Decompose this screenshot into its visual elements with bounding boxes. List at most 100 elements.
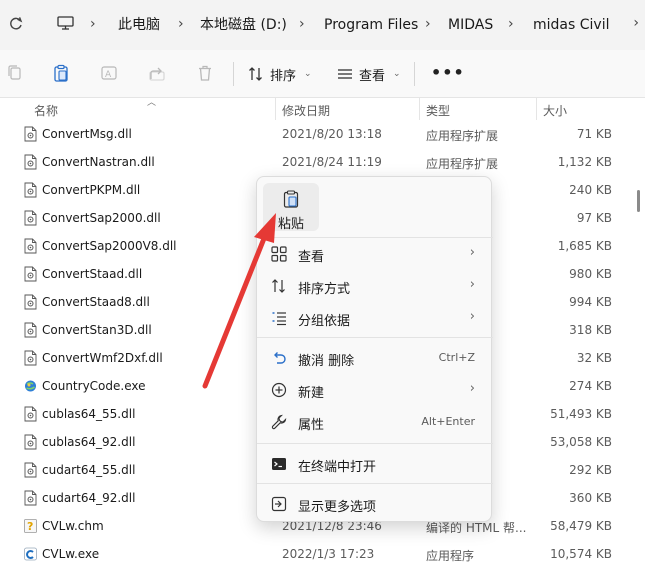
column-size[interactable]: 大小 xyxy=(543,102,567,119)
breadcrumb-midas-civil[interactable]: midas Civil xyxy=(533,15,609,35)
menu-item-label: 在终端中打开 xyxy=(298,460,377,475)
sort-icon xyxy=(249,67,262,81)
paste-icon[interactable] xyxy=(52,64,70,82)
dll-file-icon xyxy=(24,266,37,282)
breadcrumb-program-files[interactable]: Program Files xyxy=(324,15,418,35)
file-size: 58,479 KB xyxy=(550,519,612,533)
dll-file-icon xyxy=(24,154,37,170)
file-size: 318 KB xyxy=(569,323,612,337)
menu-item-view[interactable]: 查看 › xyxy=(261,239,489,269)
chevron-right-icon[interactable]: › xyxy=(90,17,98,31)
column-type[interactable]: 类型 xyxy=(426,102,450,119)
file-row[interactable]: ConvertNastran.dll 2021/8/24 11:19 应用程序扩展 1… xyxy=(0,148,630,176)
clipboard-icon xyxy=(283,190,299,208)
rename-icon[interactable]: A xyxy=(100,64,118,82)
file-type: 应用程序 xyxy=(426,549,475,563)
file-size: 10,574 KB xyxy=(550,547,612,561)
context-menu: 粘贴 查看 › 排序方式 › 分组依据 › 撤消 删除 Ctrl+Z 新建 › … xyxy=(256,176,493,522)
menu-item-label: 撤消 删除 xyxy=(298,354,355,369)
file-name: cublas64_55.dll xyxy=(42,407,136,421)
menu-item-open-in-terminal[interactable]: 在终端中打开 xyxy=(261,449,489,479)
menu-item-label: 属性 xyxy=(298,418,325,433)
column-divider[interactable] xyxy=(275,98,276,120)
file-name: cudart64_55.dll xyxy=(42,463,136,477)
file-name: CVLw.exe xyxy=(42,547,100,561)
column-divider[interactable] xyxy=(536,98,537,120)
file-size: 51,493 KB xyxy=(550,407,612,421)
paste-button[interactable]: 粘贴 xyxy=(263,183,319,232)
file-name: ConvertWmf2Dxf.dll xyxy=(42,351,163,365)
dll-file-icon xyxy=(24,490,37,506)
file-name: ConvertNastran.dll xyxy=(42,155,155,169)
svg-text:?: ? xyxy=(27,520,33,533)
copy-icon[interactable] xyxy=(6,64,24,82)
dll-file-icon xyxy=(24,462,37,478)
menu-item-show-more-options[interactable]: 显示更多选项 xyxy=(261,489,489,519)
menu-item-label: 新建 xyxy=(298,386,325,401)
file-row[interactable]: ConvertMsg.dll 2021/8/20 13:18 应用程序扩展 71 KB xyxy=(0,120,630,148)
menu-item-undo-delete[interactable]: 撤消 删除 Ctrl+Z xyxy=(261,343,489,373)
shortcut-hint: Ctrl+Z xyxy=(438,351,475,364)
chevron-right-icon[interactable]: › xyxy=(633,15,639,31)
chevron-right-icon[interactable]: › xyxy=(425,17,433,31)
chevron-right-icon[interactable]: › xyxy=(508,17,516,31)
menu-item-label: 查看 xyxy=(298,250,325,265)
shortcut-hint: Alt+Enter xyxy=(421,415,475,428)
toolbar-divider xyxy=(233,62,234,86)
exe-globe-icon xyxy=(24,378,37,394)
file-name: ConvertStan3D.dll xyxy=(42,323,152,337)
menu-item-label: 分组依据 xyxy=(298,314,351,329)
scrollbar-thumb[interactable] xyxy=(637,190,640,212)
menu-item-properties[interactable]: 属性 Alt+Enter xyxy=(261,407,489,437)
menu-item-label: 排序方式 xyxy=(298,282,351,297)
grid-view-icon xyxy=(271,246,287,262)
sort-button[interactable]: 排序 ⌄ xyxy=(248,64,312,84)
dll-file-icon xyxy=(24,210,37,226)
file-name: ConvertSap2000V8.dll xyxy=(42,239,177,253)
file-size: 292 KB xyxy=(569,463,612,477)
sort-ascending-icon: ︿ xyxy=(147,98,157,108)
file-date: 2021/8/20 13:18 xyxy=(282,127,382,141)
breadcrumb-midas[interactable]: MIDAS xyxy=(448,15,493,35)
vertical-scrollbar[interactable] xyxy=(632,98,645,580)
share-icon[interactable] xyxy=(148,64,166,82)
address-bar: › 此电脑 › 本地磁盘 (D:) › Program Files › MIDA… xyxy=(0,0,645,50)
menu-item-sort-by[interactable]: 排序方式 › xyxy=(261,271,489,301)
delete-icon[interactable] xyxy=(196,64,214,82)
file-size: 1,132 KB xyxy=(557,155,612,169)
dll-file-icon xyxy=(24,126,37,142)
menu-divider xyxy=(257,237,493,238)
wrench-icon xyxy=(271,414,287,430)
chevron-down-icon: ⌄ xyxy=(393,69,401,79)
chevron-right-icon: › xyxy=(469,309,475,324)
chevron-right-icon: › xyxy=(469,245,475,260)
chevron-right-icon[interactable]: › xyxy=(178,17,186,31)
menu-divider xyxy=(257,337,493,338)
this-pc-icon[interactable] xyxy=(57,16,74,30)
file-size: 274 KB xyxy=(569,379,612,393)
file-name: ConvertStaad8.dll xyxy=(42,295,150,309)
chevron-right-icon[interactable]: › xyxy=(299,17,307,31)
dll-file-icon xyxy=(24,434,37,450)
dll-file-icon xyxy=(24,406,37,422)
chevron-right-icon: › xyxy=(469,381,475,396)
chm-help-icon: ? xyxy=(24,518,37,534)
column-date[interactable]: 修改日期 xyxy=(282,102,330,119)
column-name[interactable]: 名称 xyxy=(34,102,58,119)
breadcrumb-drive-d[interactable]: 本地磁盘 (D:) xyxy=(200,15,287,35)
refresh-icon[interactable] xyxy=(8,14,24,34)
undo-icon xyxy=(274,352,286,364)
column-divider[interactable] xyxy=(419,98,420,120)
menu-item-group-by[interactable]: 分组依据 › xyxy=(261,303,489,333)
file-name: cublas64_92.dll xyxy=(42,435,136,449)
dll-file-icon xyxy=(24,294,37,310)
file-type: 应用程序扩展 xyxy=(426,157,499,171)
file-row[interactable]: CVLw.exe 2022/1/3 17:23 应用程序 10,574 KB xyxy=(0,540,630,568)
more-options-button[interactable]: ••• xyxy=(431,65,465,81)
view-button[interactable]: 查看 ⌄ xyxy=(337,64,401,84)
sort-icon xyxy=(272,279,285,293)
menu-item-new[interactable]: 新建 › xyxy=(261,375,489,405)
file-name: cudart64_92.dll xyxy=(42,491,136,505)
breadcrumb-this-pc[interactable]: 此电脑 xyxy=(118,15,160,35)
file-size: 994 KB xyxy=(569,295,612,309)
